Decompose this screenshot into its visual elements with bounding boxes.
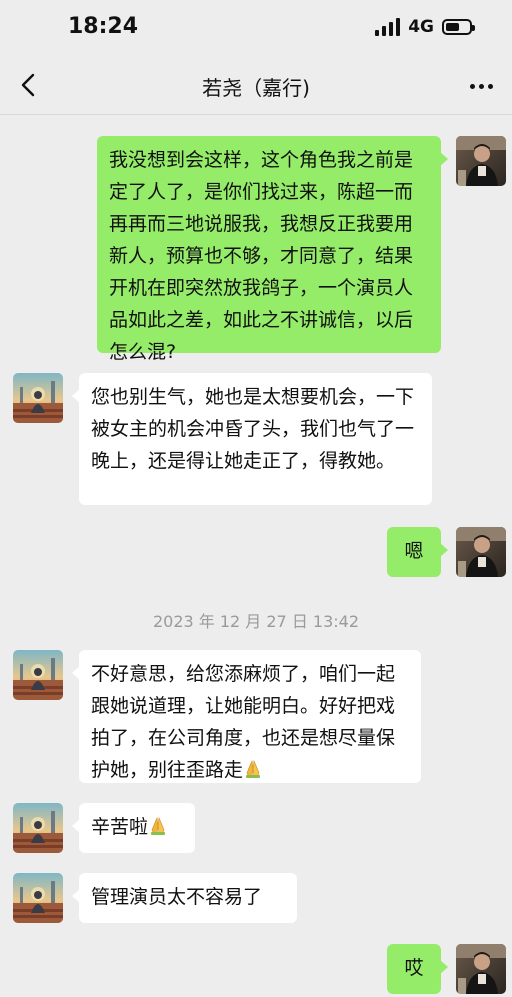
message-bubble-sent[interactable]: 我没想到会这样，这个角色我之前是定了人了，是你们找过来，陈超一而再再而三地说服我… — [97, 136, 448, 363]
message-bubble-received[interactable]: 您也别生气，她也是太想要机会，一下被女主的机会冲昏了头，我们也气了一晚上，还是得… — [72, 373, 432, 505]
chat-header: 若尧（嘉行) — [0, 58, 512, 115]
my-avatar[interactable] — [456, 527, 506, 577]
message-bubble-received[interactable]: 辛苦啦 — [72, 803, 195, 853]
message-bubble-sent[interactable]: 嗯 — [387, 527, 448, 577]
message-text: 管理演员太不容易了 — [91, 886, 263, 908]
more-button[interactable] — [466, 72, 496, 100]
status-time: 18:24 — [68, 14, 139, 39]
folded-hands-icon — [243, 759, 263, 779]
message-bubble-received[interactable]: 管理演员太不容易了 — [72, 873, 297, 923]
message-text: 哎 — [404, 957, 424, 979]
contact-avatar[interactable] — [13, 873, 63, 923]
network-type: 4G — [408, 17, 434, 37]
message-text: 我没想到会这样，这个角色我之前是定了人了，是你们找过来，陈超一而再再而三地说服我… — [109, 149, 414, 363]
contact-avatar[interactable] — [13, 650, 63, 700]
message-bubble-sent[interactable]: 哎 — [387, 944, 448, 994]
my-avatar[interactable] — [456, 944, 506, 994]
contact-avatar[interactable] — [13, 803, 63, 853]
my-avatar[interactable] — [456, 136, 506, 186]
status-icons: 4G — [375, 17, 475, 37]
message-text: 您也别生气，她也是太想要机会，一下被女主的机会冲昏了头，我们也气了一晚上，还是得… — [91, 386, 415, 472]
signal-icon — [375, 18, 401, 36]
more-dots-icon — [469, 83, 475, 89]
status-bar: 18:24 4G — [0, 0, 512, 58]
chat-timestamp: 2023 年 12 月 27 日 13:42 — [152, 612, 360, 631]
battery-icon — [442, 19, 475, 35]
contact-avatar[interactable] — [13, 373, 63, 423]
folded-hands-icon — [148, 816, 168, 836]
message-text: 辛苦啦 — [91, 816, 149, 838]
chat-title: 若尧（嘉行) — [202, 76, 310, 100]
message-bubble-received[interactable]: 不好意思，给您添麻烦了，咱们一起跟她说道理，让她能明白。好好把戏拍了，在公司角度… — [72, 650, 421, 783]
message-text: 嗯 — [404, 540, 424, 562]
